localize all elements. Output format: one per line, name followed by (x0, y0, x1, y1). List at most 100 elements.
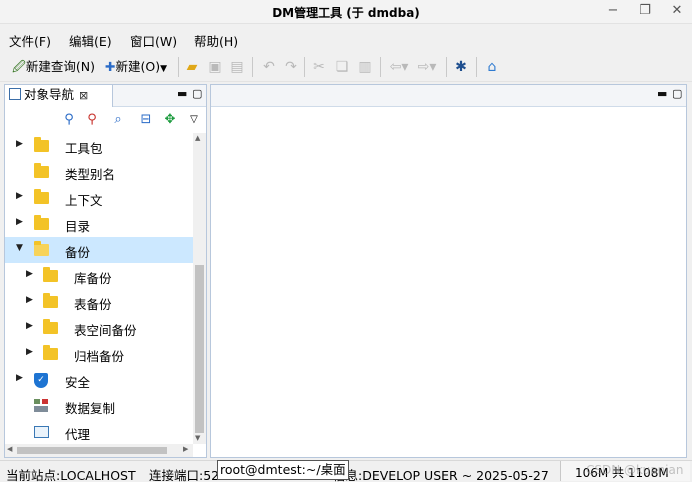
tree-item-label: 表备份 (74, 297, 112, 312)
navigator-tab-bar: 对象导航 ⊠ ▬ ▢ (5, 85, 206, 107)
tree-item-label: 归档备份 (74, 349, 125, 364)
maximize-pane-button[interactable]: ▢ (192, 88, 202, 100)
cut-icon[interactable]: ✂ (310, 58, 328, 76)
toolbar-separator (252, 57, 253, 77)
title-bar: DM管理工具 (于 dmdba) − ❐ ✕ (0, 0, 692, 24)
scroll-thumb[interactable] (17, 447, 167, 454)
forward-icon[interactable]: ⇨▾ (414, 58, 440, 76)
new-query-button[interactable]: 🖉新建查询(N) (12, 58, 95, 76)
folder-icon (34, 137, 49, 152)
tree-item-proxy[interactable]: 代理 (5, 419, 193, 444)
search-icon[interactable]: ⌕ (109, 111, 127, 129)
tree-item-label: 工具包 (65, 141, 103, 156)
folder-open-icon (34, 241, 49, 256)
horizontal-scrollbar[interactable]: ◀ ▶ (5, 444, 193, 457)
editor-area[interactable]: ▬ ▢ (210, 84, 687, 458)
tree-item-label: 目录 (65, 219, 91, 234)
expand-arrow-icon[interactable]: ▶ (16, 217, 23, 227)
toolbar-separator (476, 57, 477, 77)
folder-icon (34, 215, 49, 230)
editor-tab-bar: ▬ ▢ (211, 85, 686, 107)
proxy-icon (34, 426, 49, 438)
tree-item-archive-backup[interactable]: ▶ 归档备份 (5, 341, 193, 367)
folder-icon (43, 267, 58, 282)
tree-item-table-backup[interactable]: ▶ 表备份 (5, 289, 193, 315)
expand-arrow-icon[interactable]: ▶ (26, 321, 33, 331)
toolbar-separator (446, 57, 447, 77)
object-tree: ▶ 工具包 类型别名 ▶ 上下文 ▶ 目录 ▼ 备份 ▶ 库备份 ▶ 表备份 ▶… (5, 133, 193, 444)
navigator-tab-label: 对象导航 (24, 87, 75, 102)
folder-icon (34, 163, 49, 178)
tree-item-label: 备份 (65, 245, 91, 260)
menu-edit[interactable]: 编辑(E) (69, 31, 112, 50)
tree-item-directory[interactable]: ▶ 目录 (5, 211, 193, 237)
new-query-label: 新建查询(N) (25, 59, 95, 74)
navigator-toolbar: ⚲ ⚲ ⌕ ⊟ ✥ ▽ (5, 108, 206, 132)
shield-icon: ✓ (34, 373, 48, 388)
tree-item-label: 类型别名 (65, 167, 116, 182)
new-button[interactable]: ✚新建(O)▼ (105, 58, 167, 76)
menu-help[interactable]: 帮助(H) (194, 31, 238, 50)
tree-item-data-replication[interactable]: 数据复制 (5, 393, 193, 419)
status-port: 连接端口:52 (149, 468, 220, 482)
tab-object-navigator[interactable]: 对象导航 ⊠ (5, 85, 113, 107)
vertical-scrollbar[interactable]: ▲ ▼ (193, 133, 206, 444)
debug-bug-icon[interactable]: ✱ (452, 58, 470, 76)
undo-icon[interactable]: ↶ (260, 58, 278, 76)
menu-file[interactable]: 文件(F) (9, 31, 51, 50)
toolbar-separator (304, 57, 305, 77)
back-icon[interactable]: ⇦▾ (386, 58, 412, 76)
status-site: 当前站点:LOCALHOST (6, 468, 136, 482)
scroll-left-icon[interactable]: ◀ (7, 445, 12, 453)
folder-icon (34, 189, 49, 204)
maximize-pane-button[interactable]: ▢ (672, 88, 682, 100)
connect-icon[interactable]: ⚲ (60, 111, 78, 129)
link-editor-icon[interactable]: ✥ (161, 111, 179, 129)
expand-arrow-icon[interactable]: ▶ (26, 269, 33, 279)
replication-icon (34, 399, 49, 413)
tree-item-db-backup[interactable]: ▶ 库备份 (5, 263, 193, 289)
collapse-arrow-icon[interactable]: ▼ (16, 243, 23, 253)
close-button[interactable]: ✕ (668, 3, 686, 19)
redo-icon[interactable]: ↷ (282, 58, 300, 76)
close-icon[interactable]: ⊠ (79, 89, 88, 102)
tree-item-label: 库备份 (74, 271, 112, 286)
save-icon[interactable]: ▣ (206, 58, 224, 76)
restore-button[interactable]: ❐ (636, 3, 654, 19)
tree-item-type-alias[interactable]: 类型别名 (5, 159, 193, 185)
expand-arrow-icon[interactable]: ▶ (26, 295, 33, 305)
tree-item-context[interactable]: ▶ 上下文 (5, 185, 193, 211)
minimize-pane-button[interactable]: ▬ (657, 88, 667, 100)
save-all-icon[interactable]: ▤ (228, 58, 246, 76)
plus-icon: ✚ (105, 59, 116, 74)
scroll-down-icon[interactable]: ▼ (195, 434, 200, 442)
tree-item-label: 安全 (65, 375, 91, 390)
tree-item-toolkit[interactable]: ▶ 工具包 (5, 133, 193, 159)
tree-item-backup[interactable]: ▼ 备份 (5, 237, 193, 263)
expand-arrow-icon[interactable]: ▶ (16, 191, 23, 201)
minimize-pane-button[interactable]: ▬ (177, 88, 187, 100)
expand-arrow-icon[interactable]: ▶ (16, 139, 23, 149)
tree-item-label: 表空间备份 (74, 323, 137, 338)
folder-icon (43, 293, 58, 308)
tree-item-security[interactable]: ▶ ✓ 安全 (5, 367, 193, 393)
minimize-button[interactable]: − (604, 3, 622, 19)
copy-icon[interactable]: ❏ (333, 58, 351, 76)
new-label: 新建(O) (115, 59, 161, 74)
disconnect-icon[interactable]: ⚲ (83, 111, 101, 129)
collapse-all-icon[interactable]: ⊟ (137, 111, 155, 129)
status-info: 信息:DEVELOP USER ~ 2025-05-27 (333, 468, 549, 482)
scroll-right-icon[interactable]: ▶ (183, 445, 188, 453)
menu-window[interactable]: 窗口(W) (130, 31, 177, 50)
expand-arrow-icon[interactable]: ▶ (26, 347, 33, 357)
chevron-down-icon: ▼ (160, 64, 167, 74)
view-menu-icon[interactable]: ▽ (185, 111, 203, 129)
open-folder-icon[interactable]: ▰ (183, 58, 201, 76)
scroll-up-icon[interactable]: ▲ (195, 134, 200, 142)
tree-item-tablespace-backup[interactable]: ▶ 表空间备份 (5, 315, 193, 341)
scroll-thumb[interactable] (195, 265, 204, 433)
expand-arrow-icon[interactable]: ▶ (16, 373, 23, 383)
paste-icon[interactable]: ▥ (356, 58, 374, 76)
home-icon[interactable]: ⌂ (483, 58, 501, 76)
folder-icon (43, 345, 58, 360)
